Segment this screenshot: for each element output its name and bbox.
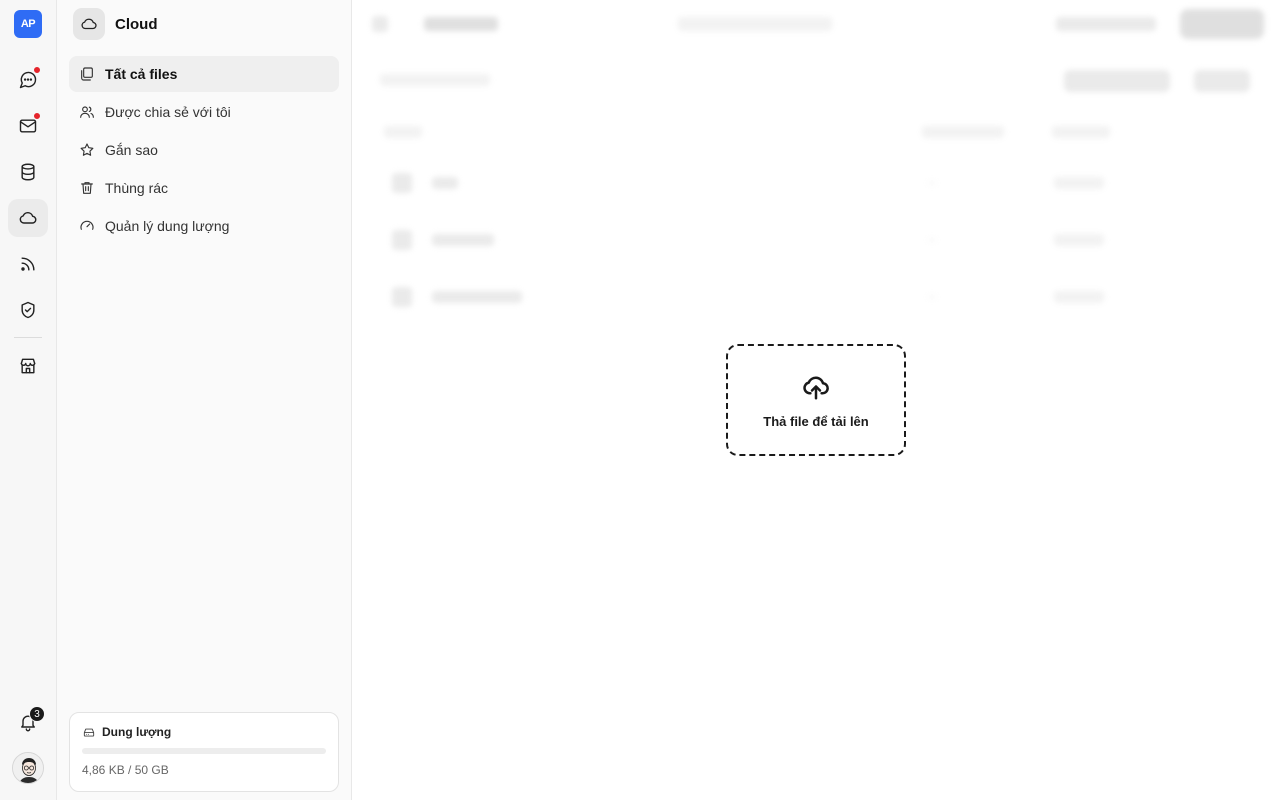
drop-zone-label: Thả file để tải lên: [763, 413, 869, 429]
nav-item-label: Gắn sao: [105, 142, 158, 158]
database-icon: [21, 163, 35, 181]
star-icon: [80, 143, 94, 156]
blurred-placeholder: [928, 239, 936, 241]
workspace-logo[interactable]: AP: [14, 10, 42, 38]
blurred-placeholder: [928, 296, 936, 298]
blurred-placeholder: [1064, 70, 1170, 92]
notification-badge: 3: [29, 706, 45, 722]
sidebar-header-icon-box: [73, 8, 105, 40]
nav-item-shared-with-me[interactable]: Được chia sẻ với tôi: [69, 94, 339, 130]
blurred-placeholder: [384, 126, 422, 138]
blurred-placeholder: [928, 182, 936, 184]
nav-item-label: Thùng rác: [105, 180, 169, 196]
blurred-placeholder: [1056, 17, 1156, 31]
blurred-placeholder: [392, 173, 412, 193]
blurred-placeholder: [1194, 70, 1250, 92]
rail-cloud-button[interactable]: [8, 199, 48, 237]
nav-item-trash[interactable]: Thùng rác: [69, 170, 339, 206]
cloud-icon: [19, 212, 37, 224]
blurred-placeholder: [380, 74, 490, 86]
rail-security-button[interactable]: [8, 291, 48, 329]
blurred-placeholder: [372, 16, 388, 32]
store-icon: [20, 358, 36, 374]
file-drop-zone[interactable]: Thả file để tải lên: [726, 344, 906, 456]
cloud-upload-icon: [803, 376, 829, 399]
nav-item-storage-management[interactable]: Quản lý dung lượng: [69, 208, 339, 244]
rail-rss-button[interactable]: [8, 245, 48, 283]
cloud-sidebar: Cloud Tất cả files Được chia sẻ với tôi …: [57, 0, 352, 800]
rail-mail-button[interactable]: [8, 107, 48, 145]
user-avatar[interactable]: [12, 752, 44, 784]
files-icon: [81, 67, 93, 81]
sidebar-header: Cloud: [73, 8, 158, 40]
blurred-placeholder: [1054, 234, 1104, 246]
hard-drive-icon: [83, 728, 95, 737]
blurred-placeholder: [392, 287, 412, 307]
users-icon: [80, 106, 94, 118]
rss-icon: [21, 257, 35, 271]
blurred-placeholder: [1054, 177, 1104, 189]
blurred-placeholder: [1052, 126, 1110, 138]
cloud-icon: [81, 18, 97, 30]
unread-dot: [33, 66, 41, 74]
nav-item-label: Tất cả files: [105, 66, 178, 82]
storage-card[interactable]: Dung lượng 4,86 KB / 50 GB: [69, 712, 339, 792]
blurred-placeholder: [678, 17, 832, 31]
shield-check-icon: [21, 301, 35, 319]
avatar-illustration-icon: [13, 753, 43, 783]
blurred-placeholder: [424, 17, 498, 31]
nav-item-label: Quản lý dung lượng: [105, 218, 230, 234]
blurred-placeholder: [1054, 291, 1104, 303]
blurred-placeholder: [432, 234, 494, 246]
blurred-placeholder: [392, 230, 412, 250]
unread-dot: [33, 112, 41, 120]
blurred-placeholder: [432, 177, 458, 189]
nav-item-starred[interactable]: Gắn sao: [69, 132, 339, 168]
blurred-placeholder: [432, 291, 522, 303]
icon-rail: AP 3: [0, 0, 57, 800]
storage-usage-text: 4,86 KB / 50 GB: [82, 763, 169, 777]
storage-title: Dung lượng: [102, 725, 172, 739]
rail-divider: [14, 337, 42, 338]
rail-notifications-button[interactable]: 3: [8, 703, 48, 741]
rail-chat-button[interactable]: [8, 61, 48, 99]
rail-store-button[interactable]: [8, 347, 48, 385]
nav-item-all-files[interactable]: Tất cả files: [69, 56, 339, 92]
blurred-placeholder: [922, 126, 1004, 138]
trash-icon: [81, 182, 93, 194]
gauge-icon: [80, 220, 94, 230]
blurred-placeholder: [1180, 9, 1264, 39]
storage-card-header: Dung lượng: [82, 725, 326, 739]
sidebar-nav: Tất cả files Được chia sẻ với tôi Gắn sa…: [69, 56, 339, 246]
sidebar-title: Cloud: [115, 15, 158, 33]
storage-progress-bar: [82, 748, 326, 754]
nav-item-label: Được chia sẻ với tôi: [105, 104, 231, 120]
rail-database-button[interactable]: [8, 153, 48, 191]
